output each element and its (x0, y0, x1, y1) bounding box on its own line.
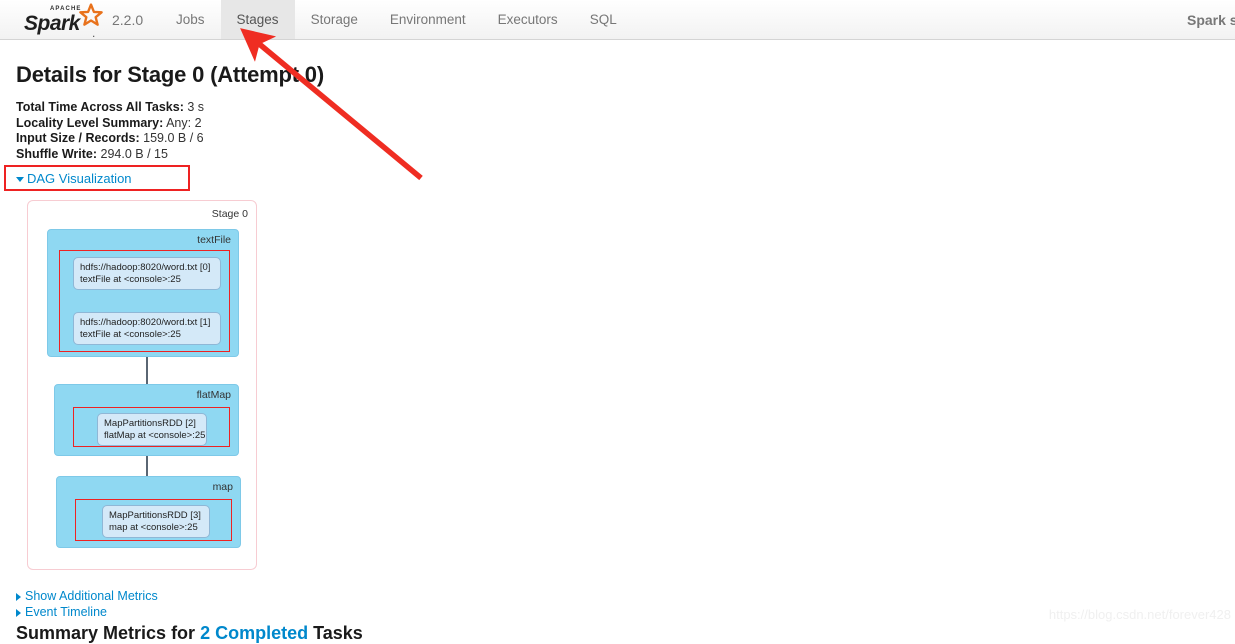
dag-cluster-textfile: textFile hdfs://hadoop:8020/word.txt [0]… (47, 229, 239, 357)
caret-down-icon (16, 177, 24, 182)
spark-wordmark: Spark (24, 12, 80, 36)
bottom-toggle-links: Show Additional Metrics Event Timeline (16, 588, 158, 620)
dag-rdd-node-line2: flatMap at <console>:25 (104, 430, 200, 442)
stat-label: Shuffle Write: (16, 147, 97, 161)
dag-stage-label: Stage 0 (212, 208, 248, 220)
spark-version: 2.2.0 (112, 12, 143, 28)
spark-logo: APACHE Spark . (22, 4, 108, 36)
dag-rdd-node[interactable]: MapPartitionsRDD [2] flatMap at <console… (97, 413, 207, 446)
show-additional-metrics-label: Show Additional Metrics (25, 589, 158, 603)
event-timeline-toggle[interactable]: Event Timeline (16, 604, 158, 620)
dag-rdd-node-line2: map at <console>:25 (109, 522, 203, 534)
dag-rdd-node[interactable]: hdfs://hadoop:8020/word.txt [0] textFile… (73, 257, 221, 290)
nav-tab-executors[interactable]: Executors (482, 0, 574, 39)
dag-visualization-panel: Stage 0 textFile hdfs://hadoop:8020/word… (27, 200, 257, 570)
top-navbar: APACHE Spark . 2.2.0 Jobs Stages Storage… (0, 0, 1235, 40)
page-title: Details for Stage 0 (Attempt 0) (0, 40, 1235, 88)
spark-brand[interactable]: APACHE Spark . 2.2.0 (22, 2, 143, 38)
dag-rdd-node[interactable]: hdfs://hadoop:8020/word.txt [1] textFile… (73, 312, 221, 345)
stat-row: Total Time Across All Tasks: 3 s (16, 100, 1235, 116)
app-name-title: Spark s (1187, 0, 1235, 39)
stat-row: Shuffle Write: 294.0 B / 15 (16, 147, 1235, 163)
nav-tab-list: Jobs Stages Storage Environment Executor… (160, 0, 633, 39)
summary-metrics-heading: Summary Metrics for 2 Completed Tasks (16, 623, 363, 644)
stat-value: 159.0 B / 6 (143, 131, 203, 145)
dag-rdd-node-line2: textFile at <console>:25 (80, 274, 214, 286)
dag-rdd-node-line1: hdfs://hadoop:8020/word.txt [0] (80, 262, 214, 274)
dag-rdd-node[interactable]: MapPartitionsRDD [3] map at <console>:25 (102, 505, 210, 538)
logo-trademark: . (92, 26, 95, 40)
dag-cluster-flatmap: flatMap MapPartitionsRDD [2] flatMap at … (54, 384, 239, 456)
page-content: Details for Stage 0 (Attempt 0) Total Ti… (0, 40, 1235, 162)
dag-rdd-node-line2: textFile at <console>:25 (80, 329, 214, 341)
stat-label: Input Size / Records: (16, 131, 140, 145)
star-icon (78, 3, 104, 29)
nav-tab-jobs[interactable]: Jobs (160, 0, 221, 39)
dag-visualization-label: DAG Visualization (27, 171, 132, 186)
stat-value: Any: 2 (166, 116, 201, 130)
stat-row: Input Size / Records: 159.0 B / 6 (16, 131, 1235, 147)
stat-value: 294.0 B / 15 (101, 147, 168, 161)
summary-metrics-prefix: Summary Metrics for (16, 623, 200, 643)
csdn-watermark: https://blog.csdn.net/forever428 (1049, 607, 1231, 622)
nav-tab-sql[interactable]: SQL (574, 0, 633, 39)
nav-tab-environment[interactable]: Environment (374, 0, 482, 39)
show-additional-metrics-toggle[interactable]: Show Additional Metrics (16, 588, 158, 604)
dag-rdd-node-line1: MapPartitionsRDD [3] (109, 510, 203, 522)
dag-cluster-label: map (213, 481, 233, 493)
dag-rdd-node-line1: hdfs://hadoop:8020/word.txt [1] (80, 317, 214, 329)
caret-right-icon (16, 609, 21, 617)
dag-cluster-label: flatMap (197, 389, 231, 401)
caret-right-icon (16, 593, 21, 601)
stat-value: 3 s (187, 100, 204, 114)
summary-metrics-count-link[interactable]: 2 Completed (200, 623, 308, 643)
stage-summary-stats: Total Time Across All Tasks: 3 s Localit… (0, 88, 1235, 162)
dag-cluster-label: textFile (197, 234, 231, 246)
nav-tab-stages[interactable]: Stages (221, 0, 295, 39)
dag-visualization-annotation-box: DAG Visualization (4, 165, 190, 191)
dag-rdd-node-line1: MapPartitionsRDD [2] (104, 418, 200, 430)
stat-label: Locality Level Summary: (16, 116, 163, 130)
summary-metrics-suffix: Tasks (308, 623, 363, 643)
nav-tab-storage[interactable]: Storage (295, 0, 374, 39)
dag-cluster-map: map MapPartitionsRDD [3] map at <console… (56, 476, 241, 548)
stat-label: Total Time Across All Tasks: (16, 100, 184, 114)
stat-row: Locality Level Summary: Any: 2 (16, 116, 1235, 132)
dag-visualization-toggle[interactable]: DAG Visualization (16, 171, 132, 186)
event-timeline-label: Event Timeline (25, 605, 107, 619)
